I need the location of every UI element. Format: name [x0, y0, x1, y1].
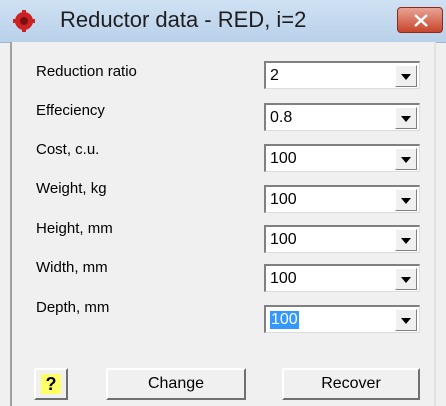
weight-dropdown-button[interactable] [395, 189, 417, 211]
title-bar[interactable]: Reductor data - RED, i=2 [0, 0, 446, 43]
chevron-down-icon [401, 318, 411, 324]
red-gear-icon [13, 10, 35, 32]
width-value[interactable]: 100 [270, 270, 297, 288]
weight-value[interactable]: 100 [270, 191, 297, 209]
weight-label: Weight, kg [36, 180, 107, 197]
chevron-down-icon [401, 198, 411, 204]
efficiency-dropdown-button[interactable] [395, 107, 417, 129]
help-icon: ? [41, 374, 61, 394]
height-dropdown-button[interactable] [395, 229, 417, 251]
cost-combo[interactable]: 100 [264, 144, 420, 172]
help-button[interactable]: ? [34, 368, 68, 400]
efficiency-label: Effeciency [36, 102, 105, 119]
width-dropdown-button[interactable] [395, 268, 417, 290]
depth-dropdown-button[interactable] [395, 309, 417, 331]
reduction-ratio-value[interactable]: 2 [270, 67, 279, 85]
depth-combo[interactable]: 100 [264, 305, 420, 333]
close-icon [414, 14, 428, 27]
reduction-ratio-dropdown-button[interactable] [395, 65, 417, 87]
chevron-down-icon [401, 116, 411, 122]
width-combo[interactable]: 100 [264, 264, 420, 292]
close-button[interactable] [397, 7, 443, 33]
reduction-ratio-combo[interactable]: 2 [264, 61, 420, 89]
efficiency-combo[interactable]: 0.8 [264, 103, 420, 131]
window-title: Reductor data - RED, i=2 [60, 7, 307, 32]
reduction-ratio-label: Reduction ratio [36, 63, 137, 80]
height-value[interactable]: 100 [270, 231, 297, 249]
cost-value[interactable]: 100 [270, 150, 297, 168]
recover-button[interactable]: Recover [282, 368, 420, 400]
height-label: Height, mm [36, 220, 113, 237]
chevron-down-icon [401, 157, 411, 163]
chevron-down-icon [401, 74, 411, 80]
depth-label: Depth, mm [36, 299, 110, 316]
chevron-down-icon [401, 277, 411, 283]
weight-combo[interactable]: 100 [264, 185, 420, 213]
cost-label: Cost, c.u. [36, 141, 100, 158]
dialog-window: Reductor data - RED, i=2 Reduction ratio… [0, 0, 446, 406]
change-button[interactable]: Change [106, 368, 246, 400]
height-combo[interactable]: 100 [264, 225, 420, 253]
chevron-down-icon [401, 238, 411, 244]
width-label: Width, mm [36, 259, 108, 276]
depth-value[interactable]: 100 [270, 311, 299, 329]
cost-dropdown-button[interactable] [395, 148, 417, 170]
efficiency-value[interactable]: 0.8 [270, 109, 292, 127]
